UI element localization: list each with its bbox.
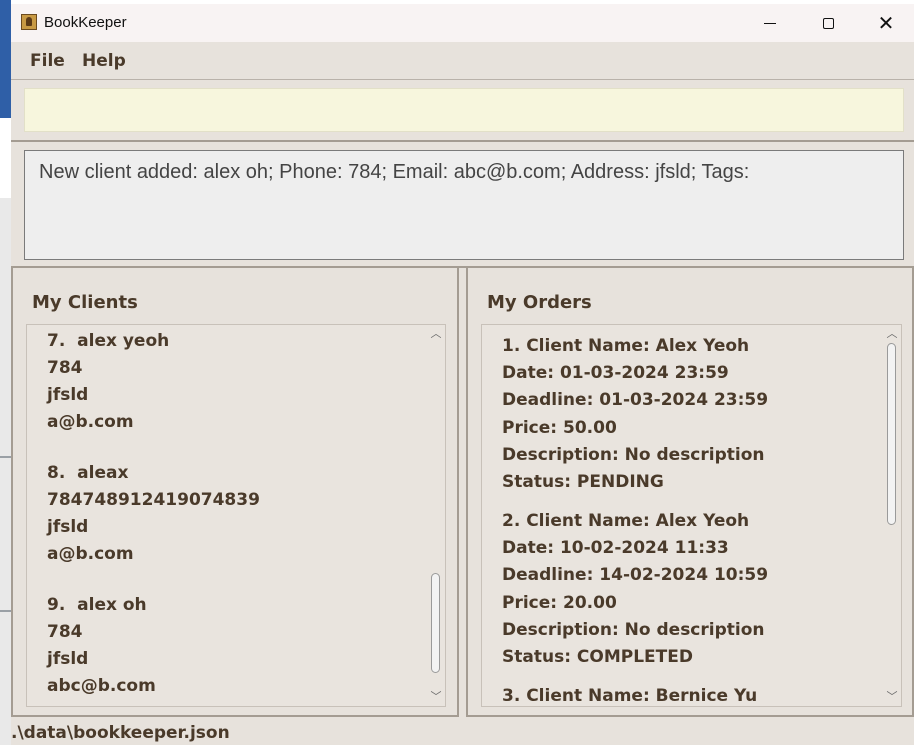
order-description: Description: No description <box>502 445 765 465</box>
background-divider <box>0 456 11 458</box>
scroll-track[interactable] <box>431 343 440 688</box>
client-email: abc@b.com <box>47 676 156 696</box>
clients-scrollbar[interactable]: ︿ ﹀ <box>427 325 445 706</box>
scroll-up-icon[interactable]: ︿ <box>885 327 899 341</box>
order-price: Price: 20.00 <box>502 593 617 613</box>
command-box-area <box>11 79 914 140</box>
minimize-icon <box>764 22 776 24</box>
clients-title: My Clients <box>32 292 138 313</box>
client-address: jfsld <box>47 385 89 405</box>
close-icon: ✕ <box>877 11 895 35</box>
window-title: BookKeeper <box>44 14 127 31</box>
orders-list[interactable]: 1. Client Name: Alex Yeoh Date: 01-03-20… <box>481 324 902 707</box>
scroll-track[interactable] <box>887 343 896 688</box>
order-status: Status: COMPLETED <box>502 647 693 667</box>
client-email: a@b.com <box>47 412 134 432</box>
orders-panel: My Orders 1. Client Name: Alex Yeoh Date… <box>466 266 914 717</box>
orders-title: My Orders <box>487 292 592 313</box>
clients-list[interactable]: 7. alex yeoh 784 jfsld a@b.com 8. aleax … <box>26 324 446 707</box>
result-display: New client added: alex oh; Phone: 784; E… <box>24 150 904 260</box>
order-header[interactable]: 3. Client Name: Bernice Yu <box>502 686 757 706</box>
order-deadline: Deadline: 01-03-2024 23:59 <box>502 390 769 410</box>
command-input[interactable] <box>24 88 904 132</box>
scroll-down-icon[interactable]: ﹀ <box>429 690 443 704</box>
close-button[interactable]: ✕ <box>857 4 914 42</box>
client-header[interactable]: 9. alex oh <box>47 595 147 615</box>
client-header[interactable]: 8. aleax <box>47 463 128 483</box>
client-email: a@b.com <box>47 544 134 564</box>
menu-help[interactable]: Help <box>82 51 126 71</box>
order-header[interactable]: 2. Client Name: Alex Yeoh <box>502 511 749 531</box>
scroll-thumb[interactable] <box>431 573 440 674</box>
result-display-area: New client added: alex oh; Phone: 784; E… <box>11 140 914 268</box>
client-index: 9. <box>47 595 66 615</box>
minimize-button[interactable] <box>741 4 799 42</box>
clients-panel: My Clients 7. alex yeoh 784 jfsld a@b.co… <box>11 266 459 717</box>
scroll-thumb[interactable] <box>887 343 896 525</box>
client-phone: 784748912419074839 <box>47 490 260 510</box>
scroll-down-icon[interactable]: ﹀ <box>885 690 899 704</box>
order-date: Date: 10-02-2024 11:33 <box>502 538 729 558</box>
title-bar[interactable]: BookKeeper ✕ <box>11 4 914 42</box>
client-address: jfsld <box>47 649 89 669</box>
maximize-icon <box>822 17 834 29</box>
client-phone: 784 <box>47 358 83 378</box>
client-phone: 784 <box>47 622 83 642</box>
client-header[interactable]: 7. alex yeoh <box>47 331 169 351</box>
order-header[interactable]: 1. Client Name: Alex Yeoh <box>502 336 749 356</box>
data-file-path: .\data\bookkeeper.json <box>11 723 230 743</box>
order-deadline: Deadline: 14-02-2024 10:59 <box>502 565 769 585</box>
order-status: Status: PENDING <box>502 472 664 492</box>
app-icon <box>21 14 37 30</box>
background-divider <box>0 610 11 612</box>
client-name: aleax <box>77 463 129 483</box>
order-description: Description: No description <box>502 620 765 640</box>
bookkeeper-window: BookKeeper ✕ File Help New client added:… <box>11 4 914 745</box>
status-bar: .\data\bookkeeper.json <box>11 717 914 745</box>
menu-file[interactable]: File <box>30 51 65 71</box>
background-window-edge <box>0 0 11 118</box>
orders-scrollbar[interactable]: ︿ ﹀ <box>883 325 901 706</box>
order-price: Price: 50.00 <box>502 418 617 438</box>
client-name: alex oh <box>77 595 147 615</box>
client-index: 8. <box>47 463 66 483</box>
client-name: alex yeoh <box>77 331 170 351</box>
menu-bar: File Help <box>11 42 914 79</box>
client-address: jfsld <box>47 517 89 537</box>
maximize-button[interactable] <box>799 4 857 42</box>
client-index: 7. <box>47 331 66 351</box>
scroll-up-icon[interactable]: ︿ <box>429 327 443 341</box>
background-window-edge-light <box>0 118 11 198</box>
order-date: Date: 01-03-2024 23:59 <box>502 363 729 383</box>
